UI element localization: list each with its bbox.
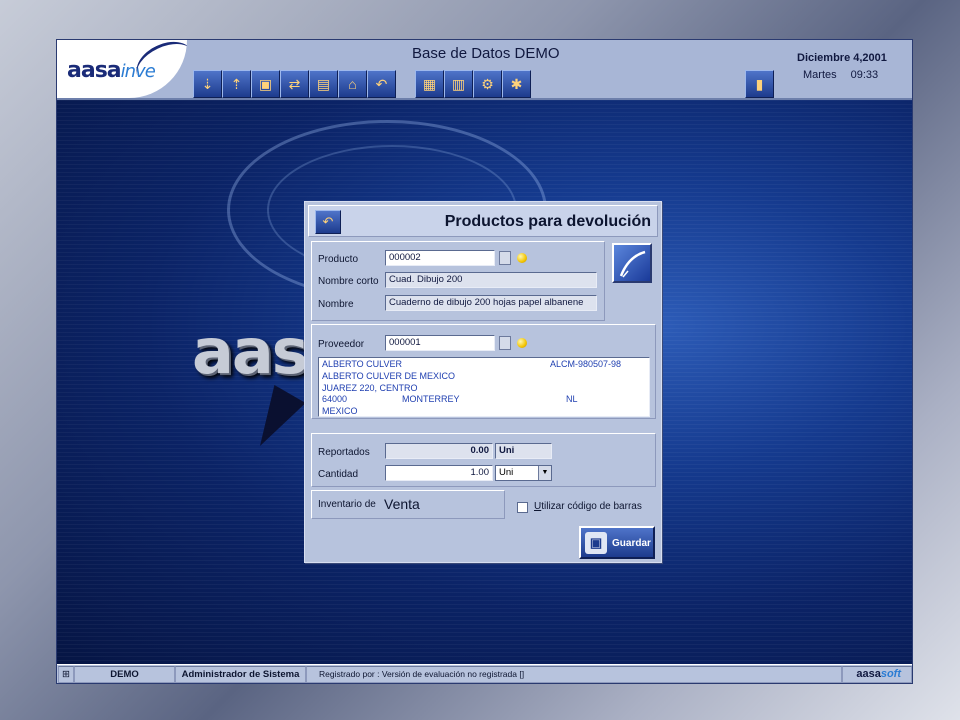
entry-icon: ⇣ [201,75,214,92]
name-field: Cuaderno de dibujo 200 hojas papel alban… [385,295,597,311]
signature-button[interactable] [612,243,652,283]
supplier-line: JUAREZ 220, CENTRO [322,383,646,395]
supplier-country: MEXICO [322,406,358,417]
inventory-panel: Inventario de Venta [311,490,505,519]
return-icon: ↶ [375,75,388,92]
reported-unit: Uni [495,443,552,459]
barcode-checkbox[interactable] [517,502,528,513]
status-database: DEMO [74,665,175,683]
boxes-icon: ▣ [258,75,273,92]
logo-swoosh-icon [129,40,187,95]
status-grid-icon[interactable]: ⊞ [58,665,74,683]
save-button[interactable]: ▣ Guardar [579,526,655,559]
supplier-rfc: ALCM-980507-98 [550,359,622,369]
unit-select-value: Uni [499,467,514,478]
app-title: Base de Datos DEMO [412,45,560,62]
shelf-icon: ▤ [316,75,331,92]
quantity-panel: Reportados 0.00 Uni Cantidad 1.00 Uni ▼ [311,433,656,487]
door-exit-icon: ▮ [755,75,764,92]
signature-icon [619,250,646,278]
toolbar-transfer-button[interactable]: ⇄ [280,70,309,98]
date-text: Diciembre 4,2001 [797,52,887,64]
toolbar-shelf-button[interactable]: ▤ [309,70,338,98]
product-label: Producto [318,254,359,265]
short-name-label: Nombre corto [318,276,379,287]
product-lookup-button[interactable] [499,251,511,265]
dialog-titlebar: ↶ Productos para devolución [308,205,658,237]
short-name-field: Cuad. Dibujo 200 [385,272,597,288]
supplier-zip: 64000 [322,394,348,405]
header-bar: aasainve Base de Datos DEMO ⇣ ⇡ ▣ ⇄ ▤ ⌂ … [57,40,912,100]
return-products-dialog: ↶ Productos para devolución Producto 000… [304,201,662,563]
toolbar-warehouse-button[interactable]: ⌂ [338,70,367,98]
supplier-line: ALBERTO CULVER DE MEXICO [322,371,646,383]
toolbar-entry-button[interactable]: ⇣ [193,70,222,98]
toolbar-return-button[interactable]: ↶ [367,70,396,98]
books-icon: ▥ [451,75,466,92]
toolbar-exit-arrow-button[interactable]: ⇡ [222,70,251,98]
documents-icon: ▦ [422,75,437,92]
supplier-city: MONTERREY [402,394,460,405]
name-label: Nombre [318,299,354,310]
inventory-value: Venta [384,496,420,512]
settings-icon: ⚙ [481,75,494,92]
supplier-search-icon[interactable] [517,338,527,348]
barcode-label-text: tilizar código de barras [541,501,642,512]
supplier-address: JUAREZ 220, CENTRO [322,382,418,393]
supplier-line: 64000 MONTERREY NL [322,394,646,406]
save-button-label: Guardar [612,538,651,549]
status-registration: Registrado por : Versión de evaluación n… [306,665,842,683]
reported-field: 0.00 [385,443,493,459]
supplier-name: ALBERTO CULVER [322,359,403,369]
supplier-details-box: ALBERTO CULVER ALCM-980507-98 ALBERTO CU… [318,357,650,417]
supplier-legal-name: ALBERTO CULVER DE MEXICO [322,370,456,381]
supplier-label: Proveedor [318,339,365,350]
day-text: Martes [803,69,837,81]
toolbar-secondary: ▦ ▥ ⚙ ✱ [415,70,531,98]
dialog-title: Productos para devolución [444,213,651,230]
toolbar-config-button[interactable]: ✱ [502,70,531,98]
app-logo: aasainve [57,40,187,98]
status-bar: ⊞ DEMO Administrador de Sistema Registra… [57,664,912,683]
supplier-panel: Proveedor 000001 ALBERTO CULVER ALCM-980… [311,324,656,419]
status-brand-logo: aasa soft [842,665,912,683]
toolbar-documents-button[interactable]: ▦ [415,70,444,98]
transfer-icon: ⇄ [288,75,301,92]
quantity-input[interactable]: 1.00 [385,465,493,481]
product-panel: Producto 000002 Nombre corto Cuad. Dibuj… [311,241,605,321]
unit-select[interactable]: Uni ▼ [495,465,552,481]
supplier-state: NL [566,394,578,405]
toolbar-settings-button[interactable]: ⚙ [473,70,502,98]
toolbar-books-button[interactable]: ▥ [444,70,473,98]
supplier-code-input[interactable]: 000001 [385,335,495,351]
day-time-row: Martes 09:33 [797,69,907,81]
exit-button[interactable]: ▮ [745,70,774,98]
quantity-label: Cantidad [318,469,359,480]
supplier-line: ALBERTO CULVER ALCM-980507-98 [322,359,646,371]
background-bolt-icon [244,385,306,455]
status-brand-accent: soft [880,668,901,680]
status-brand-main: aasa [856,668,881,680]
warehouse-icon: ⌂ [348,76,357,92]
supplier-lookup-button[interactable] [499,336,511,350]
exit-arrow-icon: ⇡ [230,75,243,92]
inventory-label: Inventario de [318,499,376,510]
chevron-down-icon[interactable]: ▼ [538,466,551,480]
toolbar-boxes-button[interactable]: ▣ [251,70,280,98]
reported-label: Reportados [318,447,370,458]
supplier-line: MEXICO [322,406,646,418]
barcode-label[interactable]: Utilizar código de barras [534,501,642,512]
date-time-area: Diciembre 4,2001 Martes 09:33 [797,52,907,81]
save-icon: ▣ [585,532,607,554]
product-code-input[interactable]: 000002 [385,250,495,266]
product-search-icon[interactable] [517,253,527,263]
return-icon: ↶ [315,210,341,234]
logo-text: aasa [67,58,122,83]
toolbar-main: ⇣ ⇡ ▣ ⇄ ▤ ⌂ ↶ [193,70,396,98]
time-text: 09:33 [850,69,879,81]
config-icon: ✱ [510,75,523,92]
status-user: Administrador de Sistema [175,665,306,683]
